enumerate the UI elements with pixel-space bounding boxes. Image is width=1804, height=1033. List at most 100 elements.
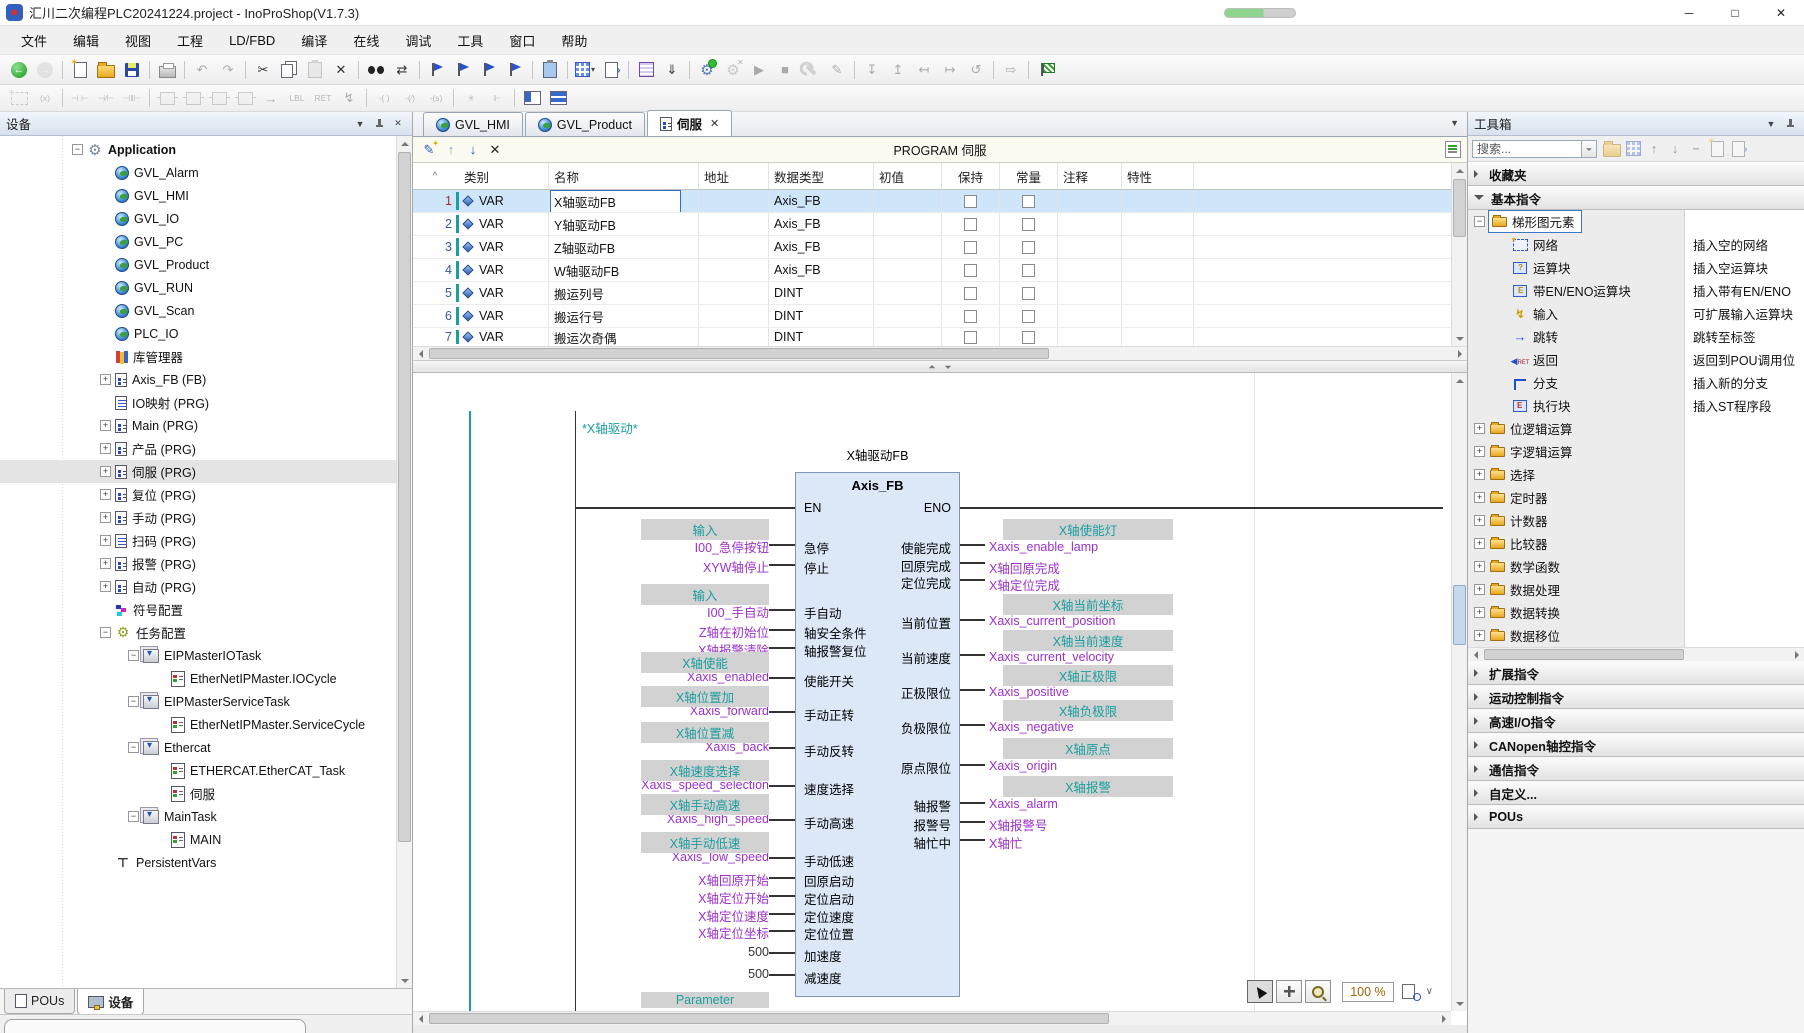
menu-item-工程[interactable]: 工程 <box>164 27 216 54</box>
folder-expander-icon[interactable]: + <box>1474 469 1485 480</box>
block-instance-label[interactable]: X轴驱动FB <box>795 445 960 464</box>
ladder-hscrollbar[interactable] <box>413 1011 1451 1025</box>
scrollbar-thumb[interactable] <box>1453 585 1466 645</box>
reset-icon[interactable]: ↺ <box>964 58 988 82</box>
insert-block-en-icon[interactable] <box>207 86 231 110</box>
constant-checkbox[interactable] <box>1022 195 1035 208</box>
table-hscrollbar[interactable] <box>413 346 1467 360</box>
tree-item-自动 (PRG)[interactable]: +自动 (PRG) <box>0 575 396 598</box>
step-over-icon[interactable]: ↧ <box>860 58 884 82</box>
table-row[interactable]: 6VAR搬运行号DINT <box>413 305 1451 328</box>
new-file-icon[interactable] <box>68 58 92 82</box>
name-cell[interactable]: 搬运行号 <box>549 305 699 327</box>
table-corner-cell[interactable]: ^ <box>413 163 459 189</box>
insert-jump-icon[interactable]: → <box>259 86 283 110</box>
address-cell[interactable] <box>699 305 769 327</box>
tree-expander-icon[interactable]: − <box>128 811 139 822</box>
name-cell[interactable]: Y轴驱动FB <box>549 213 699 235</box>
stop-icon[interactable]: ■ <box>773 58 797 82</box>
add-object-icon[interactable]: ▾ <box>573 58 597 82</box>
output-operand[interactable]: Xaxis_enable_lamp <box>989 540 1098 554</box>
address-cell[interactable] <box>699 282 769 304</box>
insert-negated-contact-icon[interactable]: ⊣∕⊢ <box>94 86 118 110</box>
tree-expander-icon[interactable]: − <box>128 742 139 753</box>
toolbox-item-返回[interactable]: 返回返回到POU调用位 <box>1468 348 1804 371</box>
folder-expander-icon[interactable]: + <box>1474 584 1485 595</box>
insert-coil-icon[interactable]: -( ) <box>372 86 396 110</box>
folder-expander-icon[interactable]: + <box>1474 446 1485 457</box>
address-cell[interactable] <box>699 190 769 212</box>
chevron-down-icon[interactable]: ∨ <box>1426 986 1433 997</box>
cut-icon[interactable]: ✂ <box>251 58 275 82</box>
persistent-checkbox[interactable] <box>964 241 977 254</box>
branch-tool-icon[interactable]: ⊩ <box>485 86 509 110</box>
tree-item-MAIN[interactable]: MAIN <box>0 828 396 851</box>
datatype-cell[interactable]: Axis_FB <box>769 236 874 258</box>
input-operand[interactable]: X轴定位坐标 <box>698 923 769 942</box>
doc-tab-伺服[interactable]: 伺服✕ <box>647 110 732 136</box>
paste-icon[interactable] <box>303 58 327 82</box>
address-cell[interactable] <box>699 236 769 258</box>
view-split-icon[interactable] <box>546 86 570 110</box>
toolbox-remove-icon[interactable]: − <box>1686 139 1706 159</box>
datatype-cell[interactable]: Axis_FB <box>769 259 874 281</box>
flow-control-icon[interactable] <box>1034 58 1058 82</box>
toolbox-item-分支[interactable]: 分支插入新的分支 <box>1468 371 1804 394</box>
constant-cell[interactable] <box>1000 328 1058 346</box>
toolbox-section-基本指令[interactable]: 基本指令 <box>1468 186 1804 210</box>
maximize-button[interactable]: □ <box>1712 0 1758 25</box>
insert-parallel-contact-icon[interactable]: ⊣‖⊢ <box>120 86 144 110</box>
scope-cell[interactable]: VAR <box>459 236 549 258</box>
tree-expander-icon[interactable]: + <box>100 489 111 500</box>
constant-checkbox[interactable] <box>1022 310 1035 323</box>
pan-tool-button[interactable] <box>1276 980 1302 1003</box>
tree-item-GVL_Product[interactable]: GVL_Product <box>0 253 396 276</box>
table-row[interactable]: 3VARZ轴驱动FBAxis_FB <box>413 236 1451 259</box>
toolbox-folder-定时器[interactable]: +定时器 <box>1468 486 1804 509</box>
insert-negated-coil-icon[interactable]: -(∕) <box>398 86 422 110</box>
tree-expander-icon[interactable]: − <box>128 650 139 661</box>
nav-back-icon[interactable]: ← <box>7 58 31 82</box>
persistent-cell[interactable] <box>942 282 1000 304</box>
init-cell[interactable] <box>874 328 942 346</box>
constant-cell[interactable] <box>1000 213 1058 235</box>
table-scrollbar[interactable] <box>1451 163 1467 346</box>
tab-overflow-icon[interactable]: ▼ <box>1450 118 1459 128</box>
attributes-cell[interactable] <box>1122 213 1194 235</box>
close-button[interactable]: ✕ <box>1758 0 1804 25</box>
tree-item-PersistentVars[interactable]: PersistentVars <box>0 851 396 874</box>
attributes-cell[interactable] <box>1122 305 1194 327</box>
online-config-icon[interactable] <box>799 58 823 82</box>
panel-tab-POUs[interactable]: POUs <box>4 989 75 1014</box>
scope-cell[interactable]: VAR <box>459 305 549 327</box>
toolbox-folder-数据处理[interactable]: +数据处理 <box>1468 578 1804 601</box>
menu-item-帮助[interactable]: 帮助 <box>548 27 600 54</box>
constant-cell[interactable] <box>1000 190 1058 212</box>
persistent-checkbox[interactable] <box>964 218 977 231</box>
scroll-down-icon[interactable] <box>1452 331 1467 346</box>
export-icon[interactable] <box>599 58 623 82</box>
replace-icon[interactable]: ⇄ <box>390 58 414 82</box>
menu-item-在线[interactable]: 在线 <box>340 27 392 54</box>
persistent-cell[interactable] <box>942 305 1000 327</box>
login-icon[interactable] <box>695 58 719 82</box>
select-tool-button[interactable] <box>1247 980 1273 1003</box>
menu-item-文件[interactable]: 文件 <box>8 27 60 54</box>
constant-checkbox[interactable] <box>1022 287 1035 300</box>
toolbox-item-运算块[interactable]: 运算块插入空运算块 <box>1468 256 1804 279</box>
doc-tab-GVL_HMI[interactable]: GVL_HMI <box>423 112 523 136</box>
init-cell[interactable] <box>874 213 942 235</box>
persistent-cell[interactable] <box>942 190 1000 212</box>
insert-comment-icon[interactable]: (x) <box>33 86 57 110</box>
datatype-cell[interactable]: DINT <box>769 305 874 327</box>
project-settings-icon[interactable] <box>538 58 562 82</box>
step-out-icon[interactable]: ↤ <box>912 58 936 82</box>
folder-expander-icon[interactable]: + <box>1474 630 1485 641</box>
insert-contact-icon[interactable]: ⊣ ⊢ <box>68 86 92 110</box>
scroll-down-icon[interactable] <box>1452 996 1467 1011</box>
open-project-icon[interactable] <box>94 58 118 82</box>
init-cell[interactable] <box>874 305 942 327</box>
table-row[interactable]: 5VAR搬运列号DINT <box>413 282 1451 305</box>
toolbox-doc2-icon[interactable] <box>1728 139 1748 159</box>
tree-item-Ethercat[interactable]: −Ethercat <box>0 736 396 759</box>
